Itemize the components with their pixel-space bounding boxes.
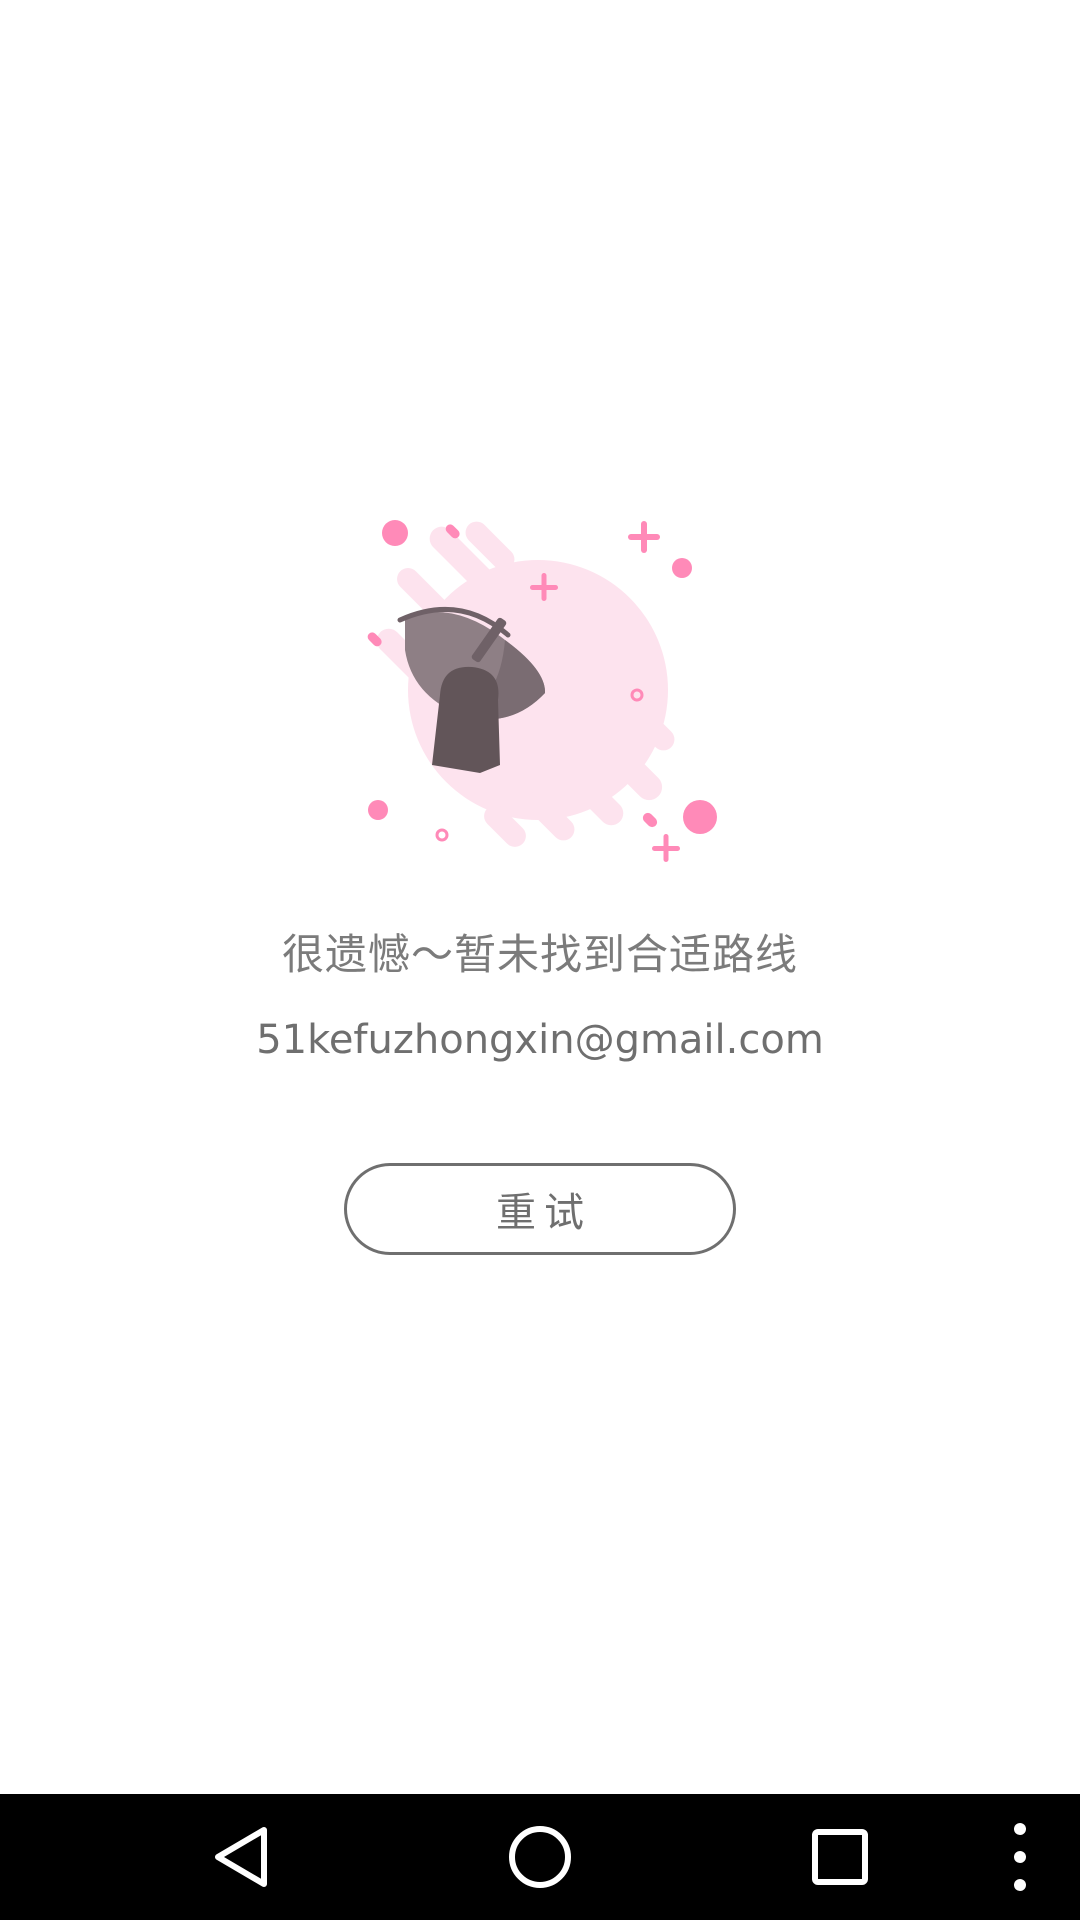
empty-state-message: 很遗憾～暂未找到合适路线 (281, 930, 798, 979)
more-vertical-icon (1014, 1823, 1026, 1891)
satellite-dish-illustration (360, 515, 720, 865)
retry-button[interactable]: 重试 (344, 1163, 736, 1255)
home-circle-icon (509, 1826, 571, 1888)
satellite-dish-icon (367, 520, 717, 862)
home-button[interactable] (477, 1794, 603, 1920)
back-triangle-icon (215, 1827, 267, 1887)
system-navigation-bar (0, 1794, 1080, 1920)
recents-square-icon (812, 1829, 868, 1885)
menu-button[interactable] (957, 1794, 1080, 1920)
retry-label: 重试 (496, 1190, 592, 1236)
support-email: 51kefuzhongxin@gmail.com (256, 1017, 824, 1063)
screen: 很遗憾～暂未找到合适路线 51kefuzhongxin@gmail.com 重试 (0, 0, 1080, 1920)
recents-button[interactable] (777, 1794, 903, 1920)
back-button[interactable] (178, 1794, 304, 1920)
